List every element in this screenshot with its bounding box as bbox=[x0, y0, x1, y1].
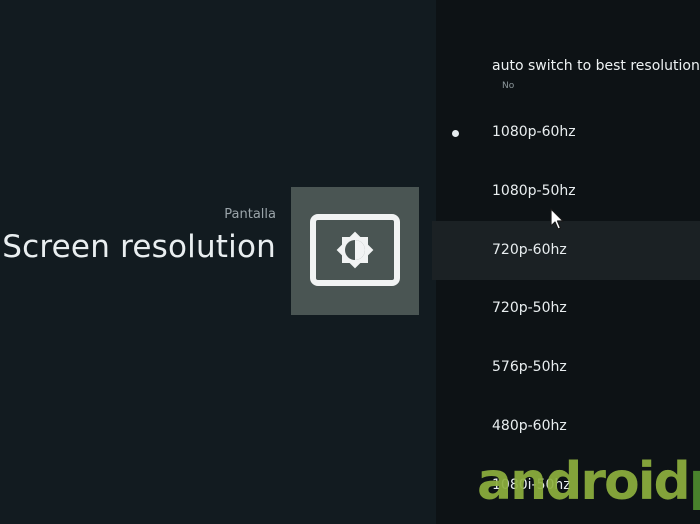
watermark-main: android bbox=[477, 452, 691, 512]
page-title: Screen resolution bbox=[2, 229, 276, 265]
androidpc-watermark: androidpc bbox=[477, 456, 700, 508]
option-label: 720p-60hz bbox=[492, 242, 567, 258]
option-480p-60hz[interactable]: 480p-60hz bbox=[436, 416, 700, 440]
auto-switch-setting[interactable]: auto switch to best resolution No bbox=[492, 58, 700, 91]
watermark-accent: pc bbox=[689, 452, 700, 512]
auto-switch-title: auto switch to best resolution bbox=[492, 58, 700, 74]
settings-icon-tile bbox=[291, 187, 419, 315]
option-576p-50hz[interactable]: 576p-50hz bbox=[436, 357, 700, 381]
option-label: 720p-50hz bbox=[492, 300, 567, 316]
selected-indicator-icon bbox=[452, 130, 459, 137]
screen: Pantalla Screen resolution auto switch t… bbox=[0, 0, 700, 524]
auto-switch-value: No bbox=[502, 81, 515, 91]
option-1080p-50hz[interactable]: 1080p-50hz bbox=[436, 181, 700, 205]
option-1080p-60hz[interactable]: 1080p-60hz bbox=[436, 122, 700, 146]
option-label: 576p-50hz bbox=[492, 359, 567, 375]
option-label: 480p-60hz bbox=[492, 418, 567, 434]
option-label: 1080p-50hz bbox=[492, 183, 576, 199]
option-label: 1080p-60hz bbox=[492, 124, 576, 140]
option-720p-60hz[interactable]: 720p-60hz bbox=[436, 240, 700, 264]
breadcrumb: Pantalla bbox=[224, 207, 276, 222]
brightness-display-icon bbox=[310, 214, 400, 286]
option-720p-50hz[interactable]: 720p-50hz bbox=[436, 298, 700, 322]
mouse-pointer-icon bbox=[550, 208, 564, 230]
